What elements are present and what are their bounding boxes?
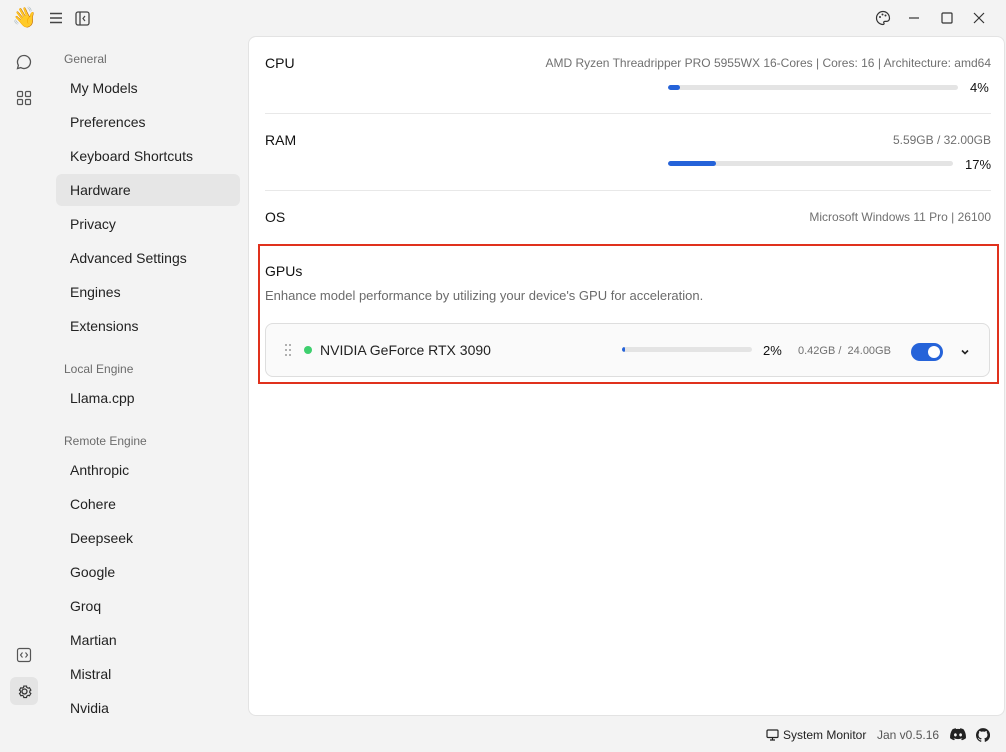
chat-icon[interactable]	[10, 48, 38, 76]
section-title-general: General	[64, 52, 107, 66]
sidebar-item-hardware[interactable]: Hardware	[56, 174, 240, 206]
discord-icon[interactable]	[950, 728, 966, 741]
close-icon[interactable]	[969, 8, 989, 28]
hardware-panel: CPU AMD Ryzen Threadripper PRO 5955WX 16…	[248, 36, 1005, 716]
sidebar-item-anthropic[interactable]: Anthropic	[56, 454, 240, 486]
gpu-usage-percent: 2%	[763, 343, 782, 358]
toggle-knob	[928, 346, 940, 358]
sidebar-item-extensions[interactable]: Extensions	[56, 310, 240, 342]
system-monitor-button[interactable]: System Monitor	[766, 728, 866, 742]
cpu-label: CPU	[265, 55, 295, 71]
title-bar: 👋	[0, 0, 1006, 36]
os-label: OS	[265, 209, 286, 225]
system-monitor-label: System Monitor	[783, 728, 867, 742]
sidebar-item-cohere[interactable]: Cohere	[56, 488, 240, 520]
sidebar-item-google[interactable]: Google	[56, 556, 240, 588]
sidebar-item-mistral[interactable]: Mistral	[56, 658, 240, 690]
ram-usage-bar	[668, 161, 953, 166]
os-info: Microsoft Windows 11 Pro | 26100	[809, 210, 991, 224]
palette-icon[interactable]	[873, 8, 893, 28]
gpu-enable-toggle[interactable]	[911, 343, 943, 361]
sidebar-item-deepseek[interactable]: Deepseek	[56, 522, 240, 554]
cpu-usage-fill	[668, 85, 680, 90]
settings-sidebar: General My Models Preferences Keyboard S…	[48, 36, 248, 716]
sidebar-item-my-models[interactable]: My Models	[56, 72, 240, 104]
hub-icon[interactable]	[10, 84, 38, 112]
app-logo: 👋	[12, 7, 37, 29]
ram-label: RAM	[265, 132, 297, 148]
maximize-icon[interactable]	[937, 8, 957, 28]
gpu-usage-fill	[622, 347, 625, 352]
cpu-usage-percent: 4%	[970, 80, 989, 95]
cpu-info: AMD Ryzen Threadripper PRO 5955WX 16-Cor…	[545, 56, 991, 70]
ram-info: 5.59GB / 32.00GB	[892, 133, 991, 147]
monitor-icon	[766, 729, 779, 741]
divider	[265, 113, 991, 114]
minimize-icon[interactable]	[904, 8, 924, 28]
divider	[265, 190, 991, 191]
gpus-description: Enhance model performance by utilizing y…	[265, 288, 704, 303]
gpu-status-dot	[304, 346, 312, 354]
gpu-usage-bar	[622, 347, 752, 352]
settings-icon[interactable]	[10, 677, 38, 705]
chevron-down-icon[interactable]	[959, 345, 971, 363]
cpu-usage-bar	[668, 85, 958, 90]
app-version: Jan v0.5.16	[877, 728, 940, 742]
sidebar-item-engines[interactable]: Engines	[56, 276, 240, 308]
code-icon[interactable]	[10, 641, 38, 669]
sidebar-item-nvidia[interactable]: Nvidia	[56, 692, 240, 716]
sidebar-item-keyboard-shortcuts[interactable]: Keyboard Shortcuts	[56, 140, 240, 172]
sidebar-item-privacy[interactable]: Privacy	[56, 208, 240, 240]
sidebar-item-preferences[interactable]: Preferences	[56, 106, 240, 138]
gpus-title: GPUs	[265, 263, 303, 279]
menu-icon[interactable]	[47, 9, 65, 27]
sidebar-item-martian[interactable]: Martian	[56, 624, 240, 656]
gpu-card: NVIDIA GeForce RTX 3090 2% 0.42GB / 24.0…	[265, 323, 990, 377]
gpu-name: NVIDIA GeForce RTX 3090	[320, 342, 491, 358]
drag-handle-icon[interactable]	[284, 343, 292, 362]
sidebar-item-groq[interactable]: Groq	[56, 590, 240, 622]
sidebar-toggle-icon[interactable]	[73, 9, 91, 27]
sidebar-item-llama-cpp[interactable]: Llama.cpp	[56, 382, 240, 414]
sidebar-item-advanced-settings[interactable]: Advanced Settings	[56, 242, 240, 274]
ram-usage-fill	[668, 161, 717, 166]
section-title-local-engine: Local Engine	[64, 362, 134, 376]
ram-usage-percent: 17%	[965, 157, 992, 172]
section-title-remote-engine: Remote Engine	[64, 434, 147, 448]
github-icon[interactable]	[976, 728, 990, 742]
gpu-memory: 0.42GB / 24.00GB	[798, 345, 891, 357]
status-bar: System Monitor Jan v0.5.16	[0, 716, 1006, 752]
left-rail	[0, 36, 48, 716]
